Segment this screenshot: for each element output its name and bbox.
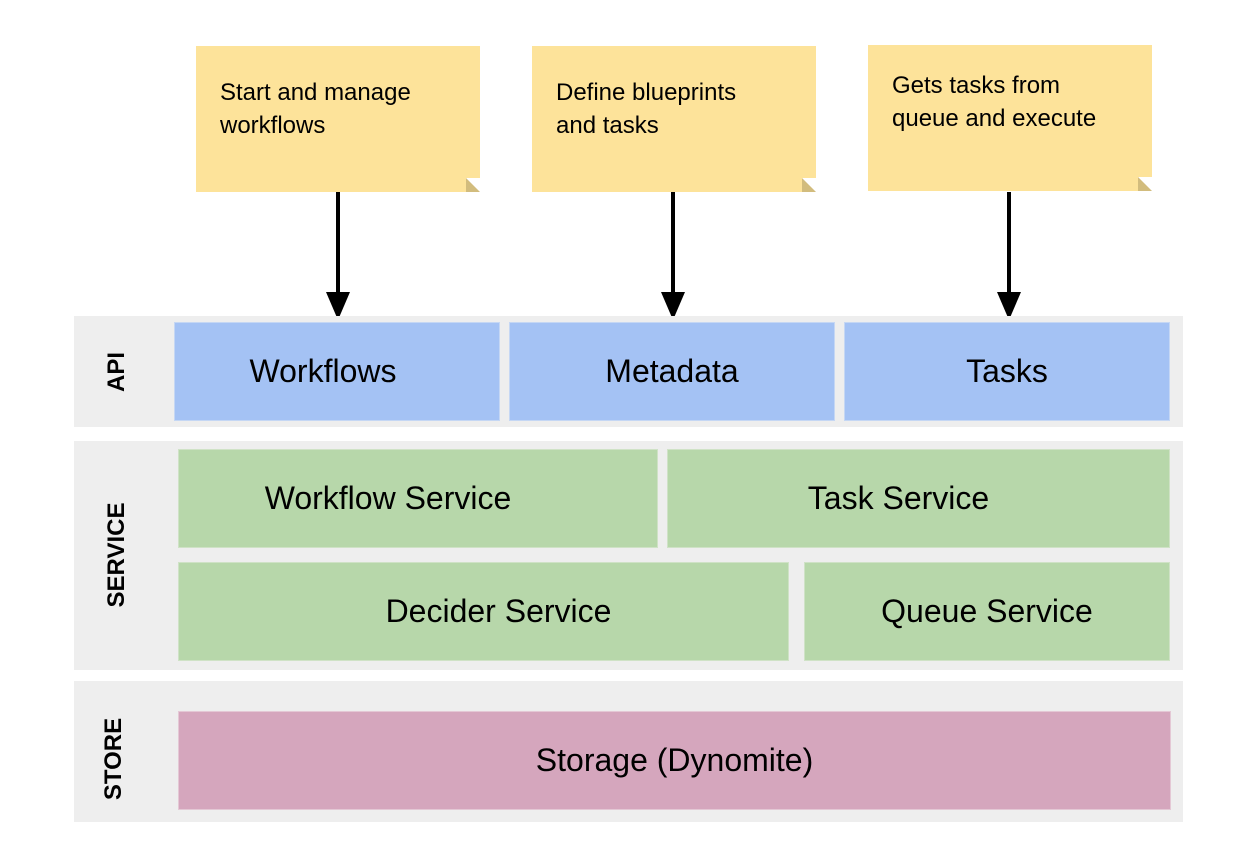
- api-metadata-box: Metadata: [509, 322, 835, 421]
- store-layer-label: STORE: [100, 717, 127, 801]
- api-workflows-box: Workflows: [174, 322, 500, 421]
- queue-service-box: Queue Service: [804, 562, 1170, 661]
- api-tasks-box: Tasks: [844, 322, 1170, 421]
- api-layer-label: API: [103, 352, 130, 393]
- workflow-service-box: Workflow Service: [178, 449, 658, 548]
- arrow-metadata: [661, 192, 685, 320]
- arrow-tasks: [997, 192, 1021, 320]
- arrows: [326, 192, 1021, 320]
- storage-box: Storage (Dynomite): [178, 711, 1171, 810]
- decider-service-box: Decider Service: [178, 562, 789, 661]
- service-layer-label: SERVICE: [103, 502, 130, 608]
- task-service-box: Task Service: [667, 449, 1170, 548]
- arrow-workflows: [326, 192, 350, 320]
